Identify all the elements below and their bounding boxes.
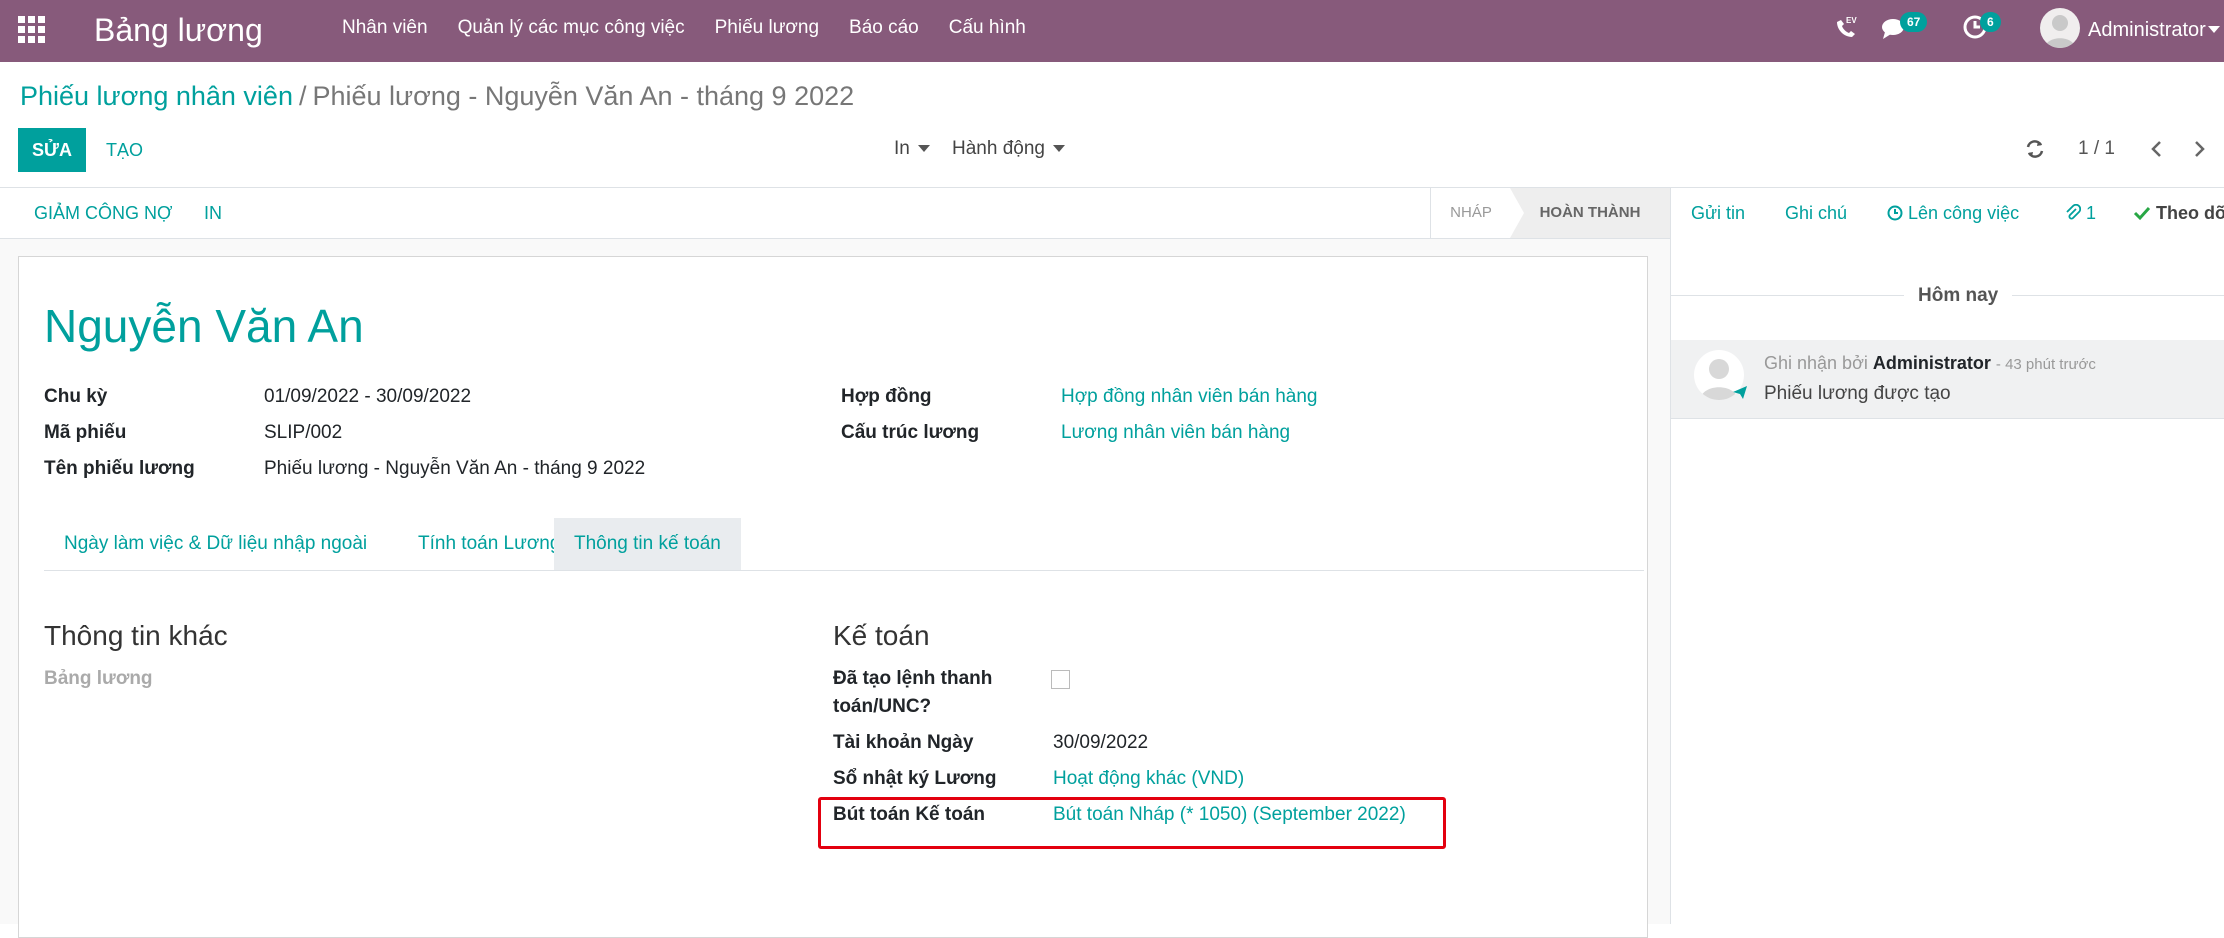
message-tracking-icon [1732,384,1748,405]
message-meta: Ghi nhận bởi Administrator - 43 phút trư… [1764,350,2096,378]
phone-label: EV [1846,16,1857,25]
employee-name[interactable]: Nguyễn Văn An [44,296,364,356]
refresh-icon[interactable] [2024,138,2046,160]
payslip-batch-label: Bảng lương [44,668,153,689]
tab-worked-days-inputs[interactable]: Ngày làm việc & Dữ liệu nhập ngoài [44,518,387,570]
paperclip-icon [2066,203,2082,220]
print-button[interactable]: IN [204,188,222,238]
accounting-date-label: Tài khoản Ngày [833,732,974,753]
payment-created-label-line2: toán/UNC? [833,696,932,717]
stage-arrow [1510,188,1524,238]
menu-item-configuration[interactable]: Cấu hình [949,0,1026,62]
print-dropdown[interactable]: In [894,134,930,164]
period-value: 01/09/2022 - 30/09/2022 [264,386,472,407]
menu-item-employees[interactable]: Nhân viên [342,0,428,62]
user-menu-caret-icon[interactable] [2208,26,2220,33]
contract-link[interactable]: Hợp đồng nhân viên bán hàng [1061,384,1318,410]
breadcrumb: Phiếu lương nhân viên / Phiếu lương - Nguy… [20,78,854,114]
attachments-count: 1 [2086,203,2097,223]
menu-item-work-entries[interactable]: Quản lý các mục công việc [458,0,685,62]
reference-label: Mã phiếu [44,422,127,443]
chevron-down-icon [917,145,930,153]
phone-icon[interactable]: EV [1832,14,1860,42]
menu-item-reports[interactable]: Báo cáo [849,0,919,62]
breadcrumb-separator: / [298,81,307,111]
period-label: Chu kỳ [44,386,108,407]
stage-draft[interactable]: NHÁP [1430,188,1511,238]
accounting-date-value: 30/09/2022 [1053,732,1149,753]
message-time: - 43 phút trước [1995,356,2096,373]
follow-label: Theo dõ [2156,203,2224,223]
reference-value: SLIP/002 [264,422,343,443]
message-author[interactable]: Administrator [1873,353,1991,373]
user-name[interactable]: Administrator [2088,16,2206,44]
activities-count-badge: 6 [1980,12,2001,32]
message-prefix: Ghi nhận bởi [1764,353,1868,373]
highlight-box [818,797,1446,849]
payment-created-checkbox[interactable] [1051,670,1070,689]
form-statusbar: GIẢM CÔNG NỢ IN NHÁP HOÀN THÀNH [0,188,1670,239]
main-menu: Nhân viên Quản lý các mục công việc Phiế… [342,0,1056,62]
message-body: Phiếu lương được tạo [1764,383,1951,404]
tab-accounting-info[interactable]: Thông tin kế toán [554,518,741,570]
chevron-down-icon [1052,145,1065,153]
schedule-activity-button[interactable]: Lên công việc [1887,188,2019,238]
action-dropdown[interactable]: Hành động [952,134,1065,164]
user-avatar[interactable] [2040,8,2080,48]
salary-journal-link[interactable]: Hoạt động khác (VND) [1053,766,1244,792]
top-navbar: Bảng lương Nhân viên Quản lý các mục côn… [0,0,2224,62]
apps-menu-icon[interactable] [18,16,46,44]
breadcrumb-current: Phiếu lương - Nguyễn Văn An - tháng 9 20… [312,81,855,111]
schedule-activity-label: Lên công việc [1908,203,2020,223]
salary-structure-link[interactable]: Lương nhân viên bán hàng [1061,420,1290,446]
form-tabs: Ngày làm việc & Dữ liệu nhập ngoài Tính … [44,518,1644,571]
check-icon [2133,206,2151,221]
pager-value[interactable]: 1 / 1 [2078,134,2115,164]
reduce-debt-button[interactable]: GIẢM CÔNG NỢ [34,188,172,238]
chatter-today-label: Hôm nay [1904,281,2013,311]
breadcrumb-parent[interactable]: Phiếu lương nhân viên [20,81,293,111]
log-note-button[interactable]: Ghi chú [1785,188,1847,238]
clock-icon [1887,205,1903,221]
send-message-button[interactable]: Gửi tin [1691,188,1745,238]
other-info-title: Thông tin khác [44,620,228,651]
attachments-button[interactable]: 1 [2065,188,2096,238]
accounting-title: Kế toán [833,620,930,651]
follow-button[interactable]: Theo dõ [2133,188,2224,238]
app-title[interactable]: Bảng lương [94,10,263,50]
menu-item-payslips[interactable]: Phiếu lương [715,0,819,62]
payslip-name-label: Tên phiếu lương [44,458,195,479]
chevron-left-icon[interactable] [2146,138,2168,160]
chevron-right-icon[interactable] [2188,138,2210,160]
contract-label: Hợp đồng [841,386,932,407]
edit-button[interactable]: SỬA [18,128,86,172]
payslip-name-value: Phiếu lương - Nguyễn Văn An - tháng 9 20… [264,458,646,479]
stage-done[interactable]: HOÀN THÀNH [1510,188,1670,238]
salary-journal-label: Sổ nhật ký Lương [833,768,997,789]
payment-created-label-line1: Đã tạo lệnh thanh [833,668,993,689]
action-dropdown-label: Hành động [952,138,1045,159]
salary-structure-label: Cấu trúc lương [841,422,980,443]
create-button[interactable]: TẠO [106,128,143,172]
print-dropdown-label: In [894,138,910,159]
messages-count-badge: 67 [1900,12,1928,32]
